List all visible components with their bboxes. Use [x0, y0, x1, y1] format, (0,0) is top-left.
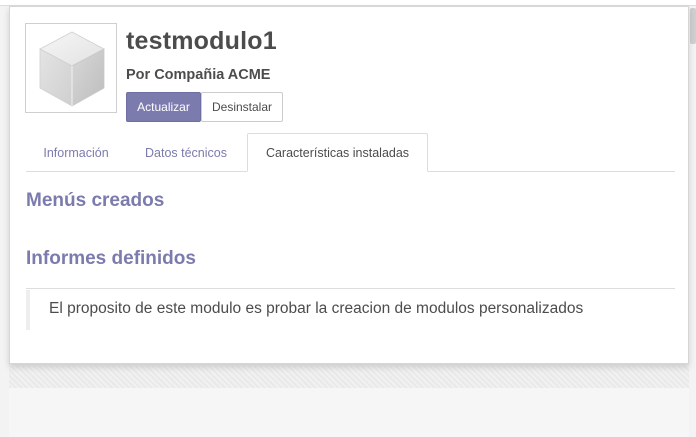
module-cube-icon — [25, 23, 117, 113]
module-title: testmodulo1 — [126, 27, 277, 55]
module-author: Por Compañia ACME — [126, 67, 271, 83]
description-quote-bar — [26, 290, 30, 330]
update-button[interactable]: Actualizar — [126, 92, 201, 122]
module-description: El proposito de este modulo es probar la… — [49, 300, 584, 317]
tab-technical-data[interactable]: Datos técnicos — [131, 133, 241, 172]
uninstall-button[interactable]: Desinstalar — [201, 92, 283, 122]
left-gutter — [0, 6, 9, 437]
scrollbar-thumb[interactable] — [690, 8, 696, 44]
tab-installed-features[interactable]: Características instaladas — [247, 133, 428, 172]
section-reports-defined: Informes definidos — [26, 248, 196, 269]
section-menus-created: Menús creados — [26, 190, 165, 211]
vertical-scrollbar[interactable] — [689, 6, 696, 437]
description-divider — [26, 288, 675, 289]
sheet-shadow-band — [9, 366, 689, 388]
tab-information[interactable]: Información — [26, 133, 126, 172]
